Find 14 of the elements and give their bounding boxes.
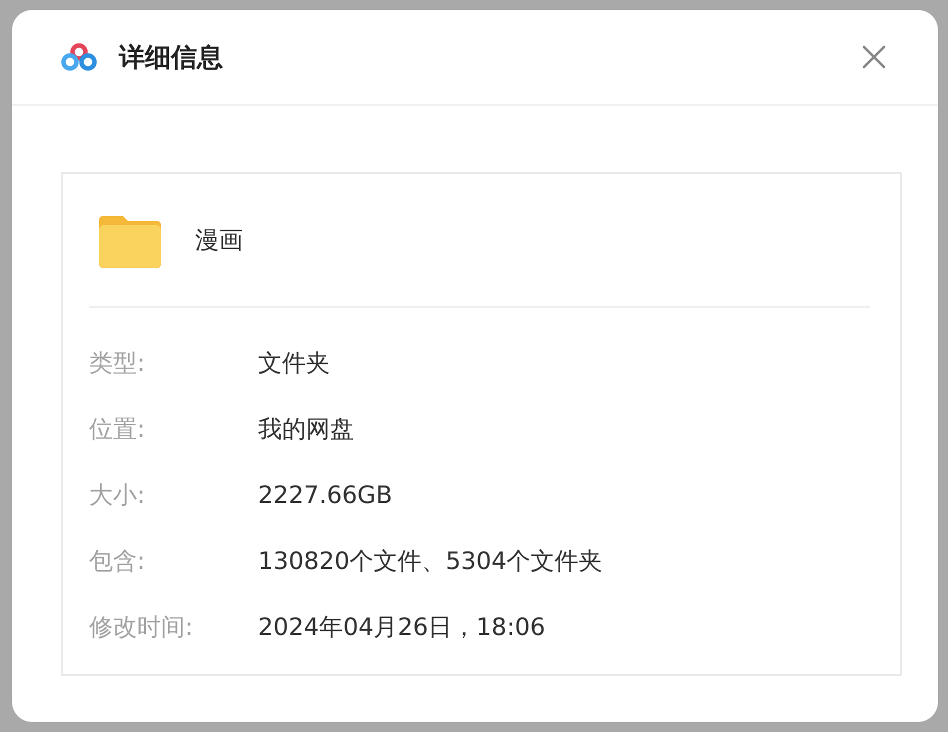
- property-value: 我的网盘: [258, 414, 354, 445]
- property-value: 130820个文件、5304个文件夹: [258, 546, 603, 577]
- folder-name: 漫画: [195, 225, 243, 256]
- property-label: 修改时间:: [89, 612, 194, 643]
- property-label: 大小:: [89, 480, 146, 511]
- property-value: 2024年04月26日，18:06: [258, 612, 546, 643]
- property-value: 文件夹: [258, 348, 330, 379]
- dialog-title: 详细信息: [119, 42, 224, 74]
- property-label: 类型:: [89, 348, 146, 379]
- property-label: 包含:: [89, 546, 146, 577]
- property-value: 2227.66GB: [258, 481, 392, 509]
- close-icon: [862, 45, 886, 69]
- property-label: 位置:: [89, 414, 146, 445]
- cloud-logo-icon: [59, 42, 99, 72]
